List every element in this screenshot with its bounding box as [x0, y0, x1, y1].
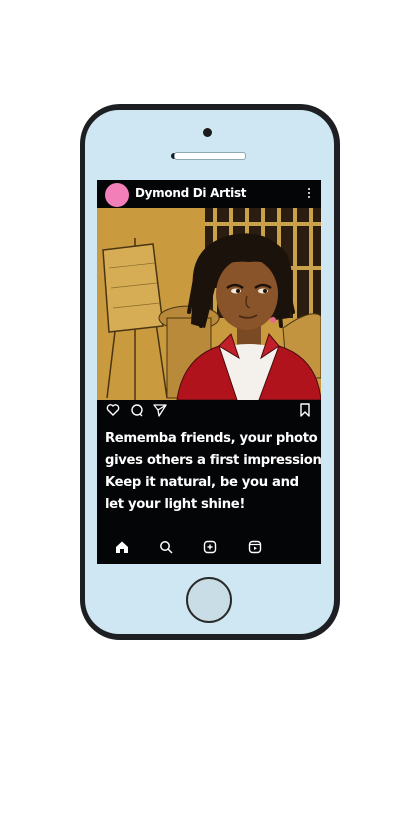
post-caption: Rememba friends, your photo gives others…	[105, 428, 321, 516]
earpiece	[174, 152, 246, 160]
caption-line: let your light shine!	[105, 497, 246, 512]
more-icon[interactable]	[307, 187, 311, 201]
comment-icon[interactable]	[130, 403, 144, 417]
create-icon[interactable]	[203, 540, 217, 554]
caption-line: Rememba friends, your photo	[105, 431, 318, 446]
bookmark-icon[interactable]	[299, 403, 311, 417]
username[interactable]: Dymond Di Artist	[135, 186, 247, 200]
share-icon[interactable]	[153, 403, 167, 417]
bottom-tab-bar	[97, 538, 321, 558]
front-camera	[203, 128, 212, 137]
phone-screen: Dymond Di Artist Rememba friends, your p…	[97, 180, 321, 564]
post-image	[97, 208, 321, 400]
home-icon[interactable]	[115, 540, 129, 554]
avatar[interactable]	[105, 183, 129, 207]
home-button[interactable]	[186, 577, 232, 623]
caption-line: Keep it natural, be you and	[105, 475, 299, 490]
post-actions	[97, 400, 321, 420]
reels-icon[interactable]	[248, 540, 262, 554]
heart-icon[interactable]	[106, 403, 120, 417]
search-icon[interactable]	[159, 540, 173, 554]
artwork	[97, 208, 321, 400]
caption-line: gives others a first impression	[105, 453, 321, 468]
post-header: Dymond Di Artist	[97, 180, 321, 208]
